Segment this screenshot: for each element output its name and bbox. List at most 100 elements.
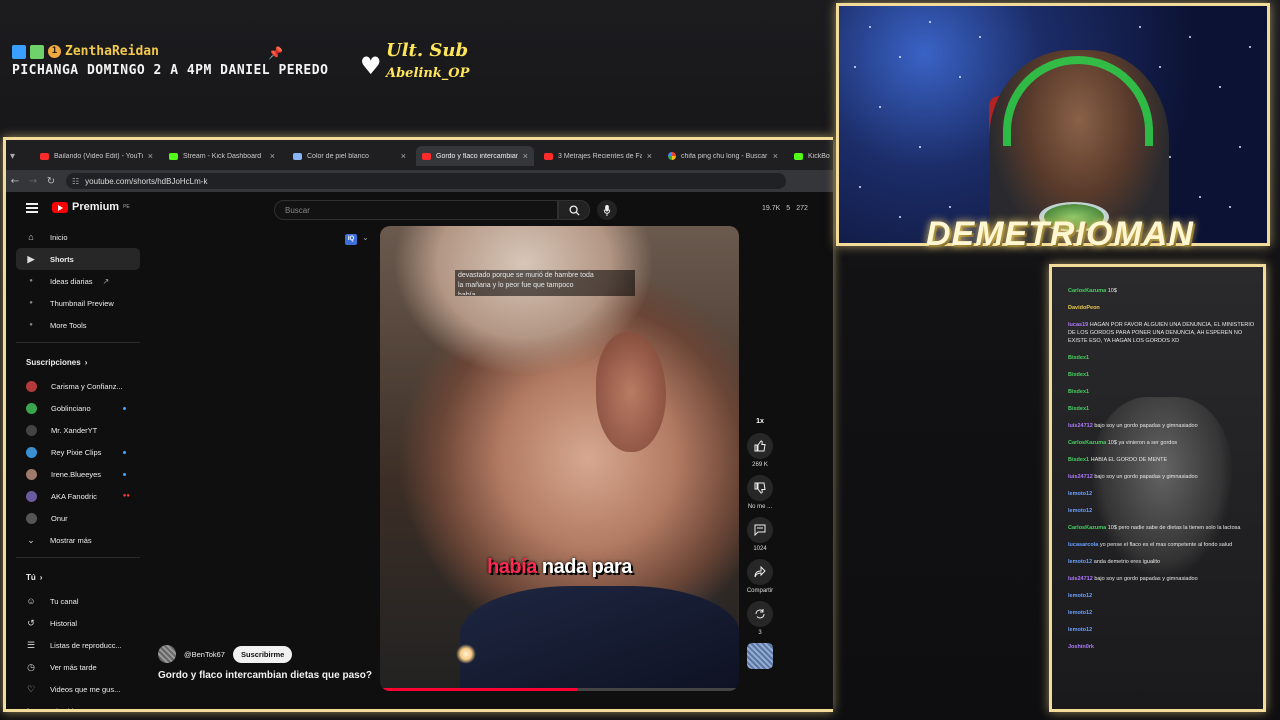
logo-country: PE xyxy=(123,204,130,210)
close-tab-icon[interactable]: × xyxy=(523,151,528,161)
sidebar-item[interactable]: ↺ Historial xyxy=(16,612,140,634)
sidebar-item[interactable]: ◷ Ver más tarde xyxy=(16,656,140,678)
comments-button[interactable]: 1024 xyxy=(744,517,776,552)
close-tab-icon[interactable]: × xyxy=(773,151,778,161)
chat-username[interactable]: Joshin0rk xyxy=(1068,644,1094,650)
chat-username[interactable]: lemoto12 xyxy=(1068,593,1092,599)
search-button[interactable] xyxy=(558,200,590,220)
video-title[interactable]: Gordo y flaco intercambian dietas que pa… xyxy=(158,670,372,681)
tab-menu-icon[interactable]: ▾ xyxy=(6,146,21,166)
sidebar-item[interactable]: ⌂ Inicio xyxy=(16,226,140,248)
sidebar-item[interactable]: ● More Tools xyxy=(16,314,140,336)
browser-tab[interactable]: 3 Metrajes Recientes de Fantas × xyxy=(538,146,658,166)
chat-username[interactable]: luis24712 xyxy=(1068,423,1093,429)
doc-favicon-icon xyxy=(293,152,302,160)
forward-icon[interactable]: → xyxy=(24,176,42,187)
sidebar-item-label: Listas de reproducc... xyxy=(50,640,122,650)
chat-username[interactable]: Bixdex1 xyxy=(1068,355,1089,361)
close-tab-icon[interactable]: × xyxy=(647,151,652,161)
sidebar-item[interactable]: ● Ideas diarias ↗ xyxy=(16,270,140,292)
chat-username[interactable]: lemoto12 xyxy=(1068,508,1092,514)
new-content-dot xyxy=(123,406,126,410)
chat-username[interactable]: lemoto12 xyxy=(1068,559,1092,565)
chat-username[interactable]: luis24712 xyxy=(1068,576,1093,582)
chat-username[interactable]: lucas19 xyxy=(1068,322,1088,328)
last-sub-user: Abelink_OP xyxy=(386,66,470,81)
subscription-item[interactable]: Onur xyxy=(16,507,140,529)
sidebar-item[interactable]: ▷ Mis videos xyxy=(16,700,140,710)
channel-avatar[interactable] xyxy=(158,645,176,663)
shorts-icon: ▶ xyxy=(27,253,35,264)
browser-tab[interactable]: chifa ping chu long - Buscar co × xyxy=(662,146,784,166)
chat-username[interactable]: CarlosKazuma xyxy=(1068,440,1106,446)
channel-handle[interactable]: @BenTok67 xyxy=(184,650,225,659)
close-tab-icon[interactable]: × xyxy=(148,151,153,161)
subscription-item[interactable]: Goblinciano xyxy=(16,397,140,419)
sidebar-item-label: Shorts xyxy=(50,254,74,264)
sound-thumbnail[interactable] xyxy=(744,643,776,669)
browser-tab[interactable]: Stream - Kick Dashboard × xyxy=(163,146,281,166)
chat-username[interactable]: lucasarcola xyxy=(1068,542,1098,548)
share-label: Compartir xyxy=(746,588,774,594)
subscription-item[interactable]: Mr. XanderYT xyxy=(16,419,140,441)
comment-count: 1024 xyxy=(753,546,767,552)
chat-username[interactable]: Bixdex1 xyxy=(1068,457,1089,463)
site-info-icon[interactable]: ☷ xyxy=(72,177,79,186)
voice-search-button[interactable] xyxy=(597,200,617,220)
youtube-logo[interactable]: Premium PE xyxy=(52,201,130,213)
chat-text: 10$ xyxy=(1107,288,1117,294)
channel-avatar xyxy=(26,402,37,414)
chat-username[interactable]: Bixdex1 xyxy=(1068,406,1089,412)
video-progress-bar[interactable] xyxy=(380,688,739,691)
chat-username[interactable]: CarlosKazuma xyxy=(1068,525,1106,531)
sidebar-item[interactable]: ● Thumbnail Preview xyxy=(16,292,140,314)
subscriptions-header[interactable]: Suscripciones › xyxy=(16,349,140,375)
sidebar-item[interactable]: ☺ Tu canal xyxy=(16,590,140,612)
sidebar-item[interactable]: ☰ Listas de reproducc... xyxy=(16,634,140,656)
dislike-button[interactable]: No me ... xyxy=(744,475,776,510)
close-tab-icon[interactable]: × xyxy=(401,151,406,161)
sidebar-item-label: Inicio xyxy=(50,232,68,242)
search-input[interactable]: Buscar xyxy=(274,200,558,220)
subscription-item[interactable]: AKA Fanodric ●● xyxy=(16,485,140,507)
browser-tab[interactable]: Gordo y flaco intercambian × xyxy=(416,146,534,166)
chat-username[interactable]: DavidoPeon xyxy=(1068,305,1100,311)
sidebar-item[interactable]: ♡ Videos que me gus... xyxy=(16,678,140,700)
chat-username[interactable]: Bixdex1 xyxy=(1068,389,1089,395)
browser-tab[interactable]: Bailando (Video Edit) - YouTube × xyxy=(34,146,159,166)
star-decoration xyxy=(949,206,951,208)
quality-badge[interactable]: IQ xyxy=(345,234,357,245)
subscription-item[interactable]: Irene.Blueeyes xyxy=(16,463,140,485)
close-tab-icon[interactable]: × xyxy=(270,151,275,161)
browser-tab[interactable]: KickBot TT xyxy=(788,146,833,166)
menu-icon[interactable] xyxy=(26,203,38,213)
subscription-item[interactable]: Rey Pixie Clips xyxy=(16,441,140,463)
show-more-button[interactable]: ⌄ Mostrar más xyxy=(16,529,140,551)
subscribe-button[interactable]: Suscribirme xyxy=(232,645,293,663)
shorts-video-player[interactable]: devastado porque se murió de hambre toda… xyxy=(380,226,739,691)
chevron-down-icon[interactable]: ⌄ xyxy=(362,233,369,242)
share-button[interactable]: Compartir xyxy=(744,559,776,594)
sidebar-item[interactable]: ▶ Shorts xyxy=(16,248,140,270)
subscription-item[interactable]: Carisma y Confianz... xyxy=(16,375,140,397)
chat-username[interactable]: lemoto12 xyxy=(1068,610,1092,616)
chat-username[interactable]: CarlosKazuma xyxy=(1068,288,1106,294)
sidebar-item-label: Ideas diarias xyxy=(50,276,93,286)
chat-username[interactable]: lemoto12 xyxy=(1068,627,1092,633)
chat-username[interactable]: luis24712 xyxy=(1068,474,1093,480)
back-icon[interactable]: ← xyxy=(6,176,24,187)
browser-tab[interactable]: Color de piel blanco × xyxy=(287,146,412,166)
chat-message: lemoto12 anda demetrio eres igualito xyxy=(1068,558,1258,566)
playback-speed[interactable]: 1x xyxy=(744,418,776,425)
address-bar[interactable]: ☷ youtube.com/shorts/hdBJoHcLm-k xyxy=(66,173,786,189)
like-button[interactable]: 269 K xyxy=(744,433,776,468)
you-header[interactable]: Tú › xyxy=(16,564,140,590)
badge-icon xyxy=(12,44,26,59)
star-decoration xyxy=(859,186,861,188)
remix-button[interactable]: 3 xyxy=(744,601,776,636)
chat-username[interactable]: lemoto12 xyxy=(1068,491,1092,497)
chat-username[interactable]: Bixdex1 xyxy=(1068,372,1089,378)
star-decoration xyxy=(869,26,871,28)
reload-icon[interactable]: ↻ xyxy=(42,176,60,187)
star-decoration xyxy=(1159,66,1161,68)
